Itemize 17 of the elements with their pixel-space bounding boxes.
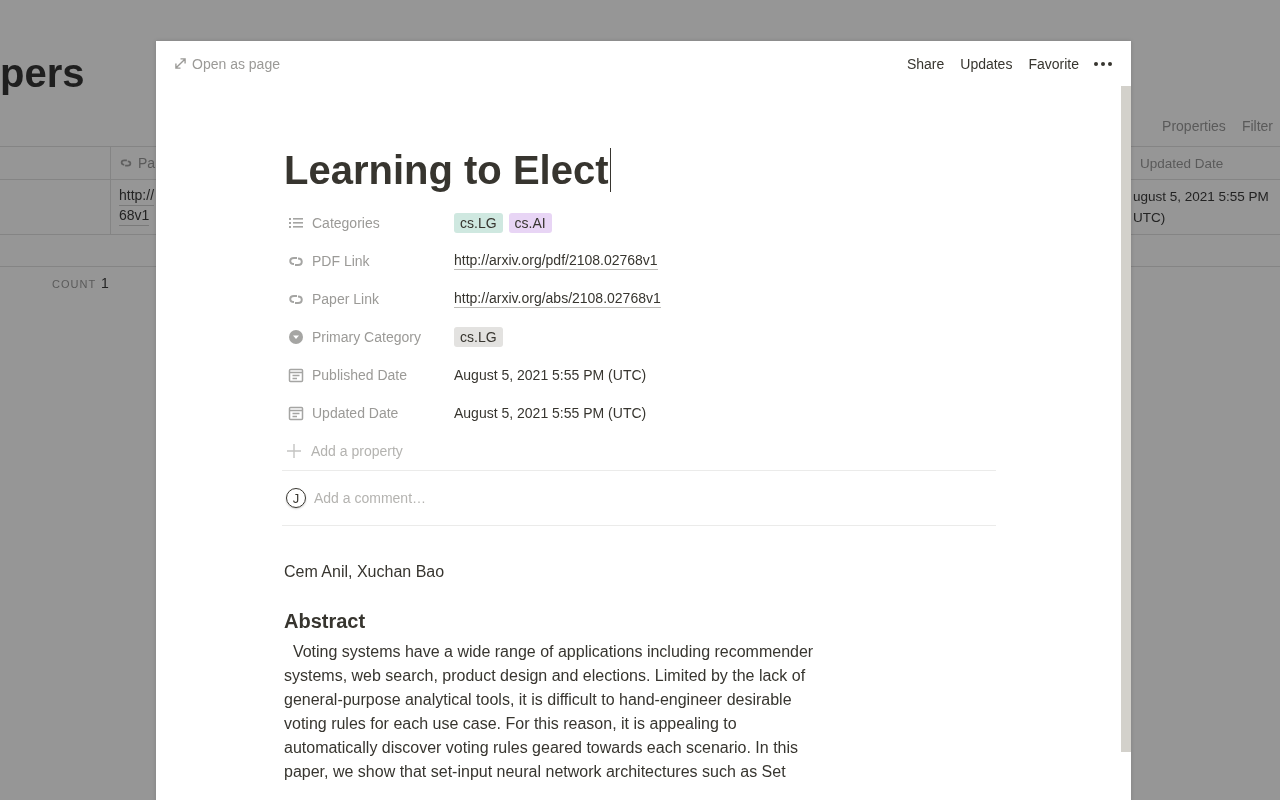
count-value: 1 — [101, 275, 109, 291]
authors-text: Cem Anil, Xuchan Bao — [284, 562, 446, 582]
abstract-paragraph: Voting systems have a wide range of applications including recommender systems, web search, product design and elections. Limited by the lack of general-purpose analytical tools, it is difficult to hand-engineer desirable voting rules for each use case. For this reason, it is appealing to automatically discover voting rules geared towards each scenario. In this paper, we show that set-input neural network architectures such as Set — [284, 642, 815, 782]
count-label: COUNT — [52, 278, 97, 290]
property-label: Primary Category — [312, 329, 421, 345]
table-cell-text: ugust 5, 2021 5:55 PM — [1133, 188, 1269, 206]
table-cell-text: UTC) — [1133, 209, 1166, 227]
table-cell-text: 68v1 — [119, 206, 150, 226]
table-cell-text: http:// — [119, 186, 155, 206]
page-title: pers — [0, 50, 85, 96]
property-label: Published Date — [312, 367, 407, 383]
property-label: Categories — [312, 215, 380, 231]
page-title: Learning to Elect — [284, 147, 609, 194]
property-label: Updated Date — [312, 405, 399, 421]
property-label: Paper Link — [312, 291, 379, 307]
property-label: PDF Link — [312, 253, 370, 269]
section-heading: Abstract — [284, 609, 367, 634]
